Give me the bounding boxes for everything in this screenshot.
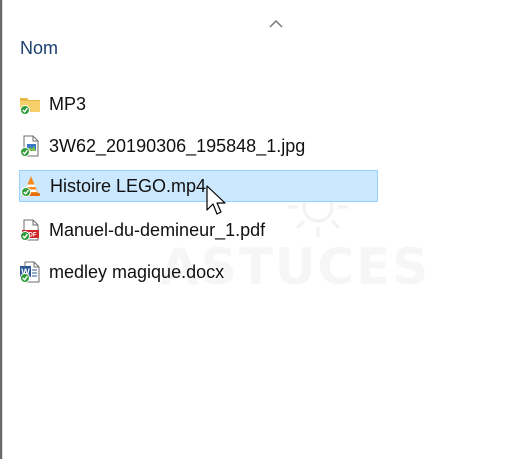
- file-name: 3W62_20190306_195848_1.jpg: [49, 135, 306, 156]
- sort-ascending-icon[interactable]: [268, 18, 284, 28]
- pdf-file-icon: PDF: [19, 219, 41, 241]
- file-row-docx[interactable]: W medley magique.docx: [19, 256, 378, 288]
- file-row-pdf[interactable]: PDF Manuel-du-demineur_1.pdf: [19, 214, 378, 246]
- window-left-border: [0, 0, 12, 459]
- folder-icon: [19, 93, 41, 115]
- file-name: medley magique.docx: [49, 261, 225, 282]
- file-row-mp3[interactable]: MP3: [19, 88, 378, 120]
- file-name: MP3: [49, 93, 87, 114]
- file-row-mp4[interactable]: Histoire LEGO.mp4: [19, 170, 378, 202]
- vlc-media-icon: [20, 175, 42, 197]
- file-row-jpg[interactable]: 3W62_20190306_195848_1.jpg: [19, 130, 378, 162]
- mouse-pointer-icon: [206, 185, 226, 215]
- word-document-icon: W: [19, 261, 41, 283]
- file-name: Manuel-du-demineur_1.pdf: [49, 219, 266, 240]
- column-header-name[interactable]: Nom: [19, 34, 270, 62]
- file-name: Histoire LEGO.mp4: [50, 175, 207, 196]
- image-file-icon: [19, 135, 41, 157]
